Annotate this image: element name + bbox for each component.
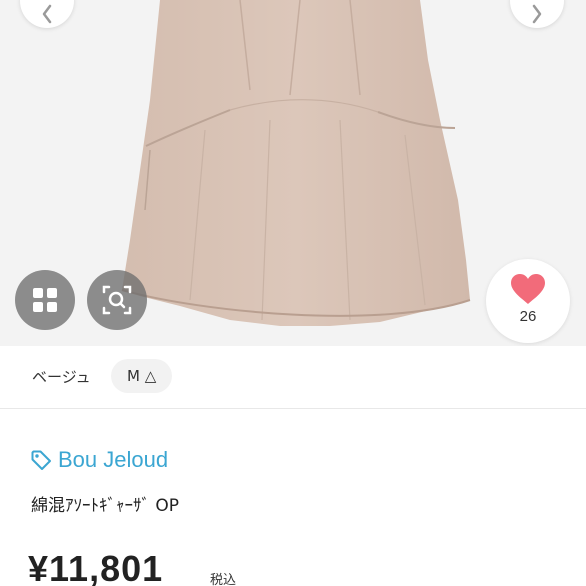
brand-link[interactable]: Bou Jeloud: [30, 446, 168, 474]
variant-row: ベージュ M △: [0, 346, 586, 409]
chevron-left-icon: [42, 4, 52, 24]
previous-image-button[interactable]: [20, 0, 74, 28]
variant-color-label: ベージュ: [32, 368, 91, 386]
like-button[interactable]: 26: [486, 259, 570, 343]
price: ¥11,801: [28, 548, 164, 586]
tag-icon: [31, 450, 51, 470]
heart-icon: [511, 274, 545, 304]
chevron-right-icon: [532, 4, 542, 24]
brand-name: Bou Jeloud: [58, 447, 169, 472]
like-count: 26: [519, 308, 537, 325]
next-image-button[interactable]: [510, 0, 564, 28]
grid-icon: [33, 288, 57, 312]
image-search-icon: [102, 285, 132, 315]
product-page: 26 ベージュ M △ Bou Jeloud 綿混ｱｿｰﾄｷﾞｬｰｻﾞ OP ¥…: [0, 0, 586, 586]
size-chip[interactable]: M △: [111, 359, 173, 393]
tax-included-label: 税込: [210, 573, 237, 586]
product-title: 綿混ｱｿｰﾄｷﾞｬｰｻﾞ OP: [31, 496, 180, 516]
image-search-button[interactable]: [87, 270, 147, 330]
product-image[interactable]: 26: [0, 0, 586, 346]
image-grid-button[interactable]: [15, 270, 75, 330]
